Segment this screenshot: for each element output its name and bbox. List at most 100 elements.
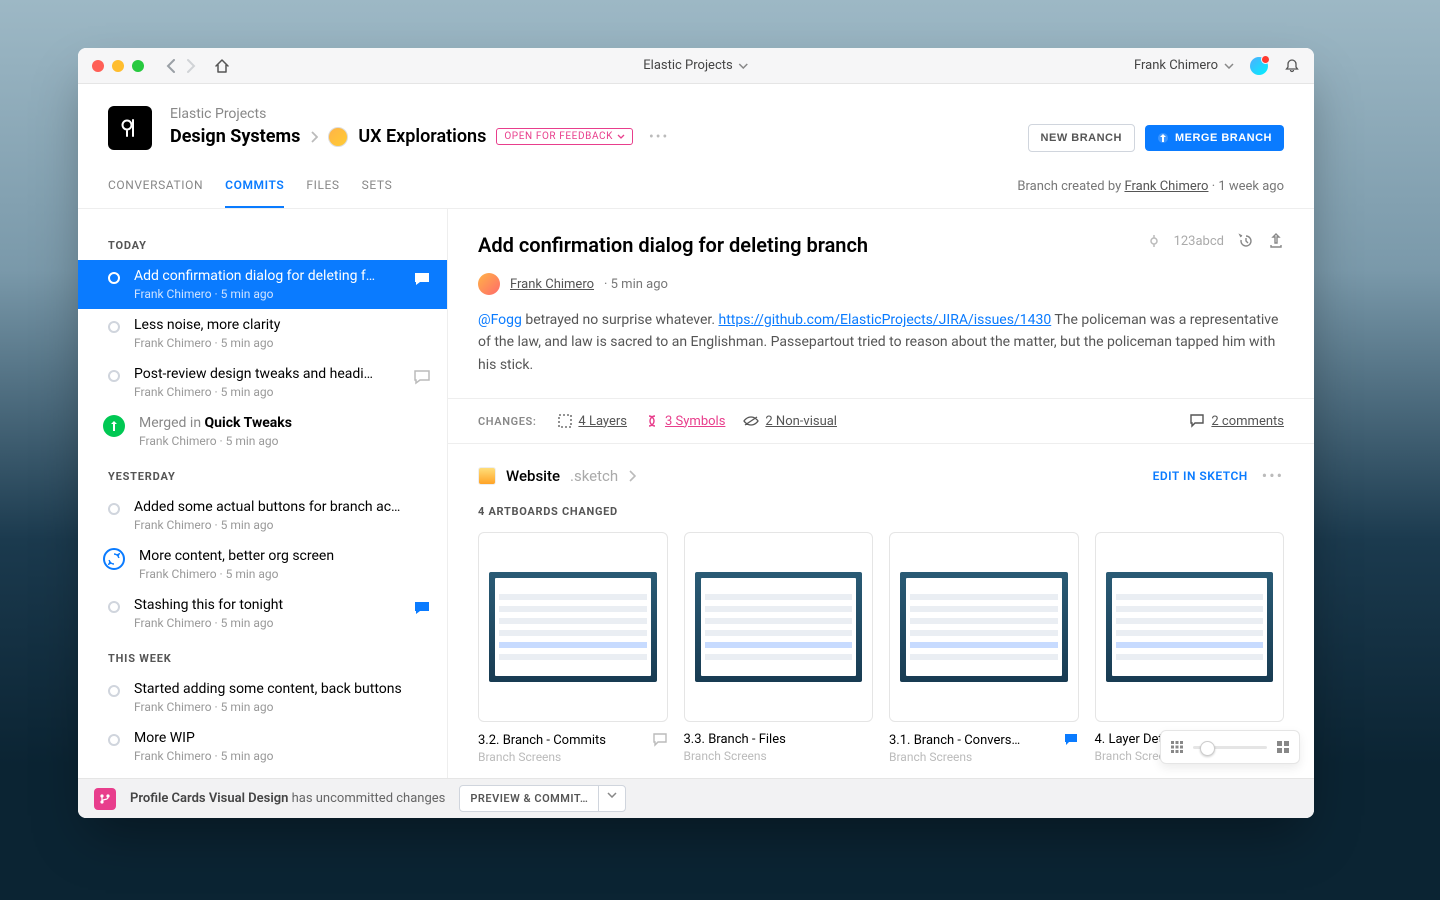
more-icon[interactable]: ••• <box>1262 466 1284 485</box>
tab-commits[interactable]: COMMITS <box>225 178 284 208</box>
breadcrumb-org[interactable]: Elastic Projects <box>170 106 669 122</box>
new-branch-button[interactable]: NEW BRANCH <box>1028 124 1135 152</box>
chevron-down-icon <box>739 63 749 69</box>
home-icon[interactable] <box>214 58 230 74</box>
commit-item[interactable]: Stashing this for tonightFrank Chimero ·… <box>78 589 447 638</box>
author-link[interactable]: Frank Chimero <box>510 277 594 292</box>
artboard-card[interactable]: 3.2. Branch - Commits Branch Screens <box>478 532 668 764</box>
commit-title: More content, better org screen <box>139 548 431 564</box>
chat-icon <box>413 270 431 288</box>
title-center[interactable]: Elastic Projects <box>643 58 748 73</box>
commit-item[interactable]: More content, better org screen Frank Chi… <box>78 540 447 589</box>
chat-icon <box>1063 732 1079 748</box>
artboard-sub: Branch Screens <box>684 749 874 763</box>
tabs-row: CONVERSATION COMMITS FILES SETS Branch c… <box>78 178 1314 209</box>
detail-text-1: betrayed no surprise whatever. <box>522 312 719 328</box>
more-icon[interactable]: ••• <box>649 129 669 145</box>
changes-symbols[interactable]: 3 Symbols <box>645 414 725 429</box>
merge-branch-button[interactable]: MERGE BRANCH <box>1145 125 1284 151</box>
branch-avatar <box>328 127 348 147</box>
merge-icon <box>1157 132 1169 144</box>
title-right: Frank Chimero <box>1134 57 1300 75</box>
changes-nonvisual[interactable]: 2 Non-visual <box>743 414 837 429</box>
commit-meta: Frank Chimero · 5 min ago <box>134 336 431 350</box>
mention[interactable]: @Fogg <box>478 312 522 328</box>
commit-item[interactable]: More WIPFrank Chimero · 5 min ago <box>78 722 447 771</box>
commit-title: Stashing this for tonight <box>134 597 405 613</box>
artboard-thumb <box>478 532 668 722</box>
help-avatar-icon[interactable] <box>1250 57 1268 75</box>
nav-back-icon[interactable] <box>166 59 176 73</box>
preview-commit-dropdown[interactable] <box>598 786 625 811</box>
tab-sets[interactable]: SETS <box>362 178 393 208</box>
sync-bullet-icon <box>103 548 125 570</box>
commit-bullet <box>108 321 120 333</box>
changes-layers[interactable]: 4 Layers <box>558 414 627 429</box>
zoom-slider[interactable] <box>1193 746 1267 749</box>
edit-in-sketch-button[interactable]: EDIT IN SKETCH <box>1153 469 1248 483</box>
commit-title: Less noise, more clarity <box>134 317 431 333</box>
commit-meta: Frank Chimero · 5 min ago <box>134 518 431 532</box>
nav-forward-icon[interactable] <box>186 59 196 73</box>
header: Elastic Projects Design Systems UX Explo… <box>78 84 1314 152</box>
comments-link[interactable]: 2 comments <box>1189 413 1284 429</box>
commit-item[interactable]: Started adding some content, back button… <box>78 673 447 722</box>
body: TODAY Add confirmation dialog for deleti… <box>78 209 1314 818</box>
footer-buttons: PREVIEW & COMMIT… <box>459 785 626 812</box>
artboard-sub: Branch Screens <box>889 750 1079 764</box>
artboard-card[interactable]: 3.3. Branch - Files Branch Screens <box>684 532 874 764</box>
tabs: CONVERSATION COMMITS FILES SETS <box>108 178 392 208</box>
zoom-control[interactable] <box>1160 730 1300 764</box>
commit-meta: Frank Chimero · 5 min ago <box>134 700 431 714</box>
bell-icon[interactable] <box>1284 58 1300 74</box>
chat-outline-icon <box>652 732 668 748</box>
commit-meta: Frank Chimero · 5 min ago <box>139 434 431 448</box>
tab-files[interactable]: FILES <box>306 178 339 208</box>
artboard-thumb <box>684 532 874 722</box>
artboard-sub: Branch Screens <box>478 750 668 764</box>
sketch-file-icon <box>478 467 496 485</box>
preview-commit-button[interactable]: PREVIEW & COMMIT… <box>460 786 598 811</box>
issue-link[interactable]: https://github.com/ElasticProjects/JIRA/… <box>718 312 1051 328</box>
branch-meta-author[interactable]: Frank Chimero <box>1124 179 1208 194</box>
share-icon[interactable] <box>1268 233 1284 249</box>
changes-bar: CHANGES: 4 Layers 3 Symbols 2 Non-visual… <box>448 398 1314 444</box>
branch-icon <box>94 788 116 810</box>
commit-title: Merged in Quick Tweaks <box>139 415 431 431</box>
zoom-window-dot[interactable] <box>132 60 144 72</box>
commit-item[interactable]: Post-review design tweaks and headi…Fran… <box>78 358 447 407</box>
commit-bullet <box>108 503 120 515</box>
detail-title: Add confirmation dialog for deleting bra… <box>478 233 868 257</box>
detail-header: Add confirmation dialog for deleting bra… <box>448 209 1314 273</box>
chevron-right-icon <box>310 131 318 143</box>
status-badge[interactable]: OPEN FOR FEEDBACK <box>496 128 633 145</box>
commit-item[interactable]: Added some actual buttons for branch ac…… <box>78 491 447 540</box>
commit-item[interactable]: Less noise, more clarity Frank Chimero · … <box>78 309 447 358</box>
commit-item[interactable]: Add confirmation dialog for deleting f…F… <box>78 260 447 309</box>
close-window-dot[interactable] <box>92 60 104 72</box>
artboard-card[interactable]: 3.1. Branch - Convers… Branch Screens <box>889 532 1079 764</box>
commit-meta: Frank Chimero · 5 min ago <box>139 567 431 581</box>
breadcrumb-branch[interactable]: UX Explorations <box>358 126 486 147</box>
artboards-changed-label: 4 ARTBOARDS CHANGED <box>448 491 1314 532</box>
grid-large-icon <box>1277 741 1289 753</box>
history-icon[interactable] <box>1238 233 1254 249</box>
status-badge-label: OPEN FOR FEEDBACK <box>504 131 613 142</box>
chevron-down-icon <box>617 134 625 139</box>
chevron-down-icon <box>1224 63 1234 69</box>
tab-conversation[interactable]: CONVERSATION <box>108 178 203 208</box>
minimize-window-dot[interactable] <box>112 60 124 72</box>
app-logo[interactable] <box>108 106 152 150</box>
artboard-thumb <box>1095 532 1285 722</box>
file-name[interactable]: Website <box>506 467 560 485</box>
branch-meta: Branch created by Frank Chimero · 1 week… <box>1017 179 1284 208</box>
commit-sha[interactable]: 123abcd <box>1174 234 1224 249</box>
header-actions: NEW BRANCH MERGE BRANCH <box>1028 106 1284 152</box>
artboard-title: 3.3. Branch - Files <box>684 732 786 747</box>
author-avatar <box>478 273 500 295</box>
commits-sidebar: TODAY Add confirmation dialog for deleti… <box>78 209 448 818</box>
breadcrumb-project[interactable]: Design Systems <box>170 126 300 147</box>
commit-item-merge[interactable]: Merged in Quick Tweaks Frank Chimero · 5 … <box>78 407 447 456</box>
commit-detail: Add confirmation dialog for deleting bra… <box>448 209 1314 818</box>
user-menu[interactable]: Frank Chimero <box>1134 58 1234 73</box>
